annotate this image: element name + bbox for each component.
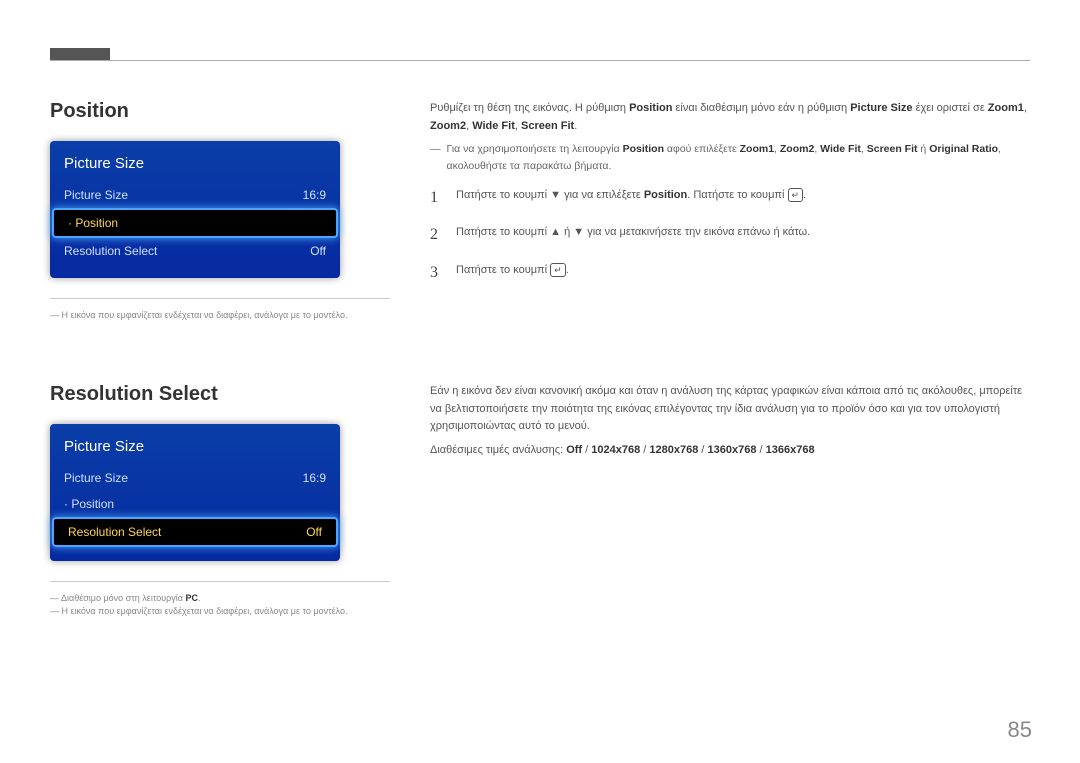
bold-term: Position [623, 143, 664, 155]
text: Πατήστε το κουμπί ▼ για να επιλέξετε [456, 189, 644, 201]
step-text: Πατήστε το κουμπί ▼ για να επιλέξετε Pos… [456, 185, 806, 211]
bold-term: Zoom1 [740, 143, 774, 155]
osd-row-resolution-select[interactable]: Resolution Select Off [54, 519, 336, 545]
text: / [756, 444, 765, 456]
bold-term: Zoom2 [780, 143, 814, 155]
step-number: 2 [430, 222, 456, 248]
accent-term: Zoom1 [988, 102, 1024, 114]
step-2: 2 Πατήστε το κουμπί ▲ ή ▼ για να μετακιν… [430, 222, 1030, 248]
intro-text: Ρυθμίζει τη θέση της εικόνας. Η ρύθμιση … [430, 100, 1030, 135]
accent-term: Position [644, 189, 687, 201]
accent-term: 1280x768 [649, 444, 698, 456]
page-number: 85 [1008, 717, 1032, 743]
left-column: Position Picture Size Picture Size 16:9 … [50, 100, 430, 323]
osd-label: Position [68, 216, 118, 230]
text: . [198, 593, 201, 603]
osd-label: Resolution Select [68, 525, 161, 539]
text: Ρυθμίζει τη θέση της εικόνας. Η ρύθμιση [430, 102, 629, 114]
text: ή [918, 143, 930, 155]
accent-term: Off [566, 444, 582, 456]
accent-term: 1024x768 [591, 444, 640, 456]
dash-icon [50, 593, 61, 603]
osd-value: Off [310, 244, 326, 258]
step-1: 1 Πατήστε το κουμπί ▼ για να επιλέξετε P… [430, 185, 1030, 211]
text: Διαθέσιμες τιμές ανάλυσης: [430, 444, 566, 456]
osd-value: Off [306, 525, 322, 539]
osd-value: 16:9 [303, 471, 326, 485]
accent-term: Picture Size [850, 102, 912, 114]
text: / [698, 444, 707, 456]
footnotes-position: Η εικόνα που εμφανίζεται ενδέχεται να δι… [50, 298, 390, 320]
footnote-text: Διαθέσιμο μόνο στη λειτουργία PC. [50, 593, 390, 603]
step-number: 3 [430, 260, 456, 286]
bold-term: Wide Fit [820, 143, 861, 155]
accent-term: 1360x768 [708, 444, 757, 456]
accent-term: Original Ratio [929, 143, 998, 155]
text: είναι διαθέσιμη μόνο εάν η ρύθμιση [672, 102, 850, 114]
steps-list: 1 Πατήστε το κουμπί ▼ για να επιλέξετε P… [430, 185, 1030, 286]
section-title-resolution: Resolution Select [50, 383, 430, 406]
left-column: Resolution Select Picture Size Picture S… [50, 383, 430, 619]
osd-row-picture-size[interactable]: Picture Size 16:9 [50, 182, 340, 208]
osd-header: Picture Size [50, 432, 340, 465]
right-column: Ρυθμίζει τη θέση της εικόνας. Η ρύθμιση … [430, 100, 1030, 323]
osd-row-picture-size[interactable]: Picture Size 16:9 [50, 465, 340, 491]
text: έχει οριστεί σε [913, 102, 988, 114]
accent-term: Position [629, 102, 672, 114]
header-accent-bar [50, 48, 110, 60]
step-number: 1 [430, 185, 456, 211]
available-resolutions: Διαθέσιμες τιμές ανάλυσης: Off / 1024x76… [430, 442, 1030, 460]
right-column: Εάν η εικόνα δεν είναι κανονική ακόμα κα… [430, 383, 1030, 619]
osd-panel-position: Picture Size Picture Size 16:9 Position … [50, 141, 340, 278]
osd-panel-resolution: Picture Size Picture Size 16:9 Position … [50, 424, 340, 561]
note-text: Για να χρησιμοποιήσετε τη λειτουργία Pos… [447, 141, 1031, 175]
osd-row-position[interactable]: Position [50, 491, 340, 517]
osd-label: Picture Size [64, 471, 128, 485]
footnotes-resolution: Διαθέσιμο μόνο στη λειτουργία PC. Η εικό… [50, 581, 390, 616]
accent-term: Wide Fit [472, 120, 515, 132]
enter-icon: ↵ [788, 188, 804, 202]
section-title-position: Position [50, 100, 430, 123]
text: Για να χρησιμοποιήσετε τη λειτουργία [447, 143, 623, 155]
text: / [582, 444, 591, 456]
step-text: Πατήστε το κουμπί ↵. [456, 260, 569, 286]
footnote-text: Η εικόνα που εμφανίζεται ενδέχεται να δι… [50, 606, 390, 616]
text: . Πατήστε το κουμπί [687, 189, 787, 201]
osd-header: Picture Size [50, 149, 340, 182]
footnote-text: Η εικόνα που εμφανίζεται ενδέχεται να δι… [50, 310, 390, 320]
step-3: 3 Πατήστε το κουμπί ↵. [430, 260, 1030, 286]
osd-row-position[interactable]: Position [54, 210, 336, 236]
dash-icon: ― [430, 141, 441, 175]
osd-value: 16:9 [303, 188, 326, 202]
header-divider [50, 60, 1030, 61]
bold-term: Screen Fit [867, 143, 918, 155]
osd-row-resolution-select[interactable]: Resolution Select Off [50, 238, 340, 264]
section-position: Position Picture Size Picture Size 16:9 … [50, 100, 1030, 323]
text: Πατήστε το κουμπί [456, 264, 550, 276]
step-text: Πατήστε το κουμπί ▲ ή ▼ για να μετακινήσ… [456, 222, 810, 248]
accent-term: Zoom2 [430, 120, 466, 132]
note-line: ― Για να χρησιμοποιήσετε τη λειτουργία P… [430, 141, 1030, 175]
osd-label: Position [64, 497, 114, 511]
accent-term: Screen Fit [521, 120, 574, 132]
text: Διαθέσιμο μόνο στη λειτουργία [61, 593, 185, 603]
osd-label: Resolution Select [64, 244, 157, 258]
accent-term: PC [186, 593, 199, 603]
enter-icon: ↵ [550, 263, 566, 277]
section-resolution-select: Resolution Select Picture Size Picture S… [50, 383, 1030, 619]
osd-label: Picture Size [64, 188, 128, 202]
body-text: Εάν η εικόνα δεν είναι κανονική ακόμα κα… [430, 383, 1030, 436]
text: / [640, 444, 649, 456]
accent-term: 1366x768 [766, 444, 815, 456]
text: αφού επιλέξετε [664, 143, 740, 155]
